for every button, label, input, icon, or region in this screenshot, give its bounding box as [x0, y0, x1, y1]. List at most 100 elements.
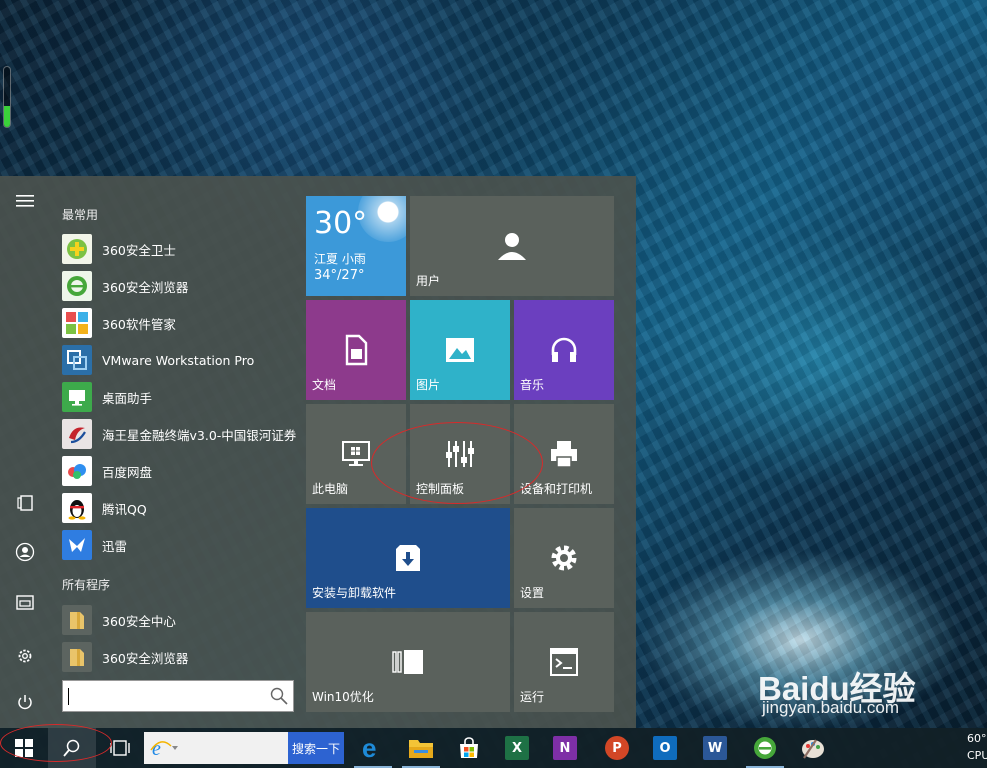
- paint-icon: [802, 739, 824, 759]
- watermark-sub: jingyan.baidu.com: [762, 698, 900, 717]
- taskbar-app-paint[interactable]: [790, 728, 836, 768]
- printer-icon: [551, 441, 577, 468]
- svg-text:e: e: [362, 736, 376, 760]
- search-icon[interactable]: [269, 686, 289, 706]
- penguin-icon: [62, 493, 92, 523]
- cloud-icon: [62, 456, 92, 486]
- app-item[interactable]: 360安全中心: [62, 603, 298, 637]
- shield-plus-icon: [62, 234, 92, 264]
- user-icon[interactable]: [12, 539, 38, 565]
- folder-icon: [62, 605, 92, 635]
- win10-optimize-tile[interactable]: Win10优化: [306, 612, 510, 712]
- section-all-programs: 所有程序: [62, 578, 111, 592]
- app-label: 360安全浏览器: [102, 279, 189, 295]
- excel-icon: X: [505, 736, 529, 760]
- tile-label: 设备和打印机: [520, 482, 593, 496]
- word-icon: W: [703, 736, 727, 760]
- devices-printers-tile[interactable]: 设备和打印机: [514, 404, 614, 504]
- browser-e-icon: [62, 271, 92, 301]
- pictures-icon[interactable]: [12, 589, 38, 615]
- monitor-windows-icon: [342, 441, 370, 466]
- console-icon: [550, 648, 578, 676]
- store-icon: [460, 737, 478, 758]
- sliders-icon: [446, 441, 474, 467]
- gear-icon[interactable]: [12, 643, 38, 669]
- app-item[interactable]: 360安全浏览器: [62, 269, 298, 303]
- app-item[interactable]: 360安全卫士: [62, 232, 298, 266]
- gear-icon: [551, 545, 577, 571]
- taskbar-app-excel[interactable]: X: [494, 728, 540, 768]
- windows-logo-icon: [15, 739, 33, 757]
- power-icon[interactable]: [12, 689, 38, 715]
- this-pc-tile[interactable]: 此电脑: [306, 404, 406, 504]
- app-item[interactable]: 桌面助手: [62, 380, 298, 414]
- task-view-button[interactable]: [96, 728, 144, 768]
- app-item[interactable]: 海王星金融终端v3.0-中国银河证券: [62, 417, 298, 451]
- app-item[interactable]: 360安全浏览器: [62, 640, 298, 674]
- gauge-widget: [3, 66, 11, 128]
- document-icon: [345, 334, 368, 366]
- app-item[interactable]: 迅雷: [62, 528, 298, 562]
- taskbar-search-button[interactable]: [48, 728, 96, 768]
- app-label: 360安全中心: [102, 613, 176, 629]
- 360-browser-icon: [754, 737, 776, 759]
- taskbar-app-store[interactable]: [446, 728, 492, 768]
- chevron-down-icon: [172, 746, 178, 750]
- weather-temp: 30°: [314, 206, 368, 241]
- settings-tile[interactable]: 设置: [514, 508, 614, 608]
- tray-temp: 60°: [967, 732, 987, 745]
- app-label: 海王星金融终端v3.0-中国银河证券: [102, 427, 297, 443]
- tile-label: 安装与卸载软件: [312, 586, 397, 600]
- outlook-icon: O: [653, 736, 677, 760]
- document-icon[interactable]: [12, 490, 38, 516]
- app-item[interactable]: 360软件管家: [62, 306, 298, 340]
- pictures-tile[interactable]: 图片: [410, 300, 510, 400]
- colorful-squares-icon: [62, 308, 92, 338]
- taskbar-app-powerpoint[interactable]: P: [594, 728, 640, 768]
- weather-tile[interactable]: 30° 江夏 小雨 34°/27°: [306, 196, 406, 296]
- app-item[interactable]: 腾讯QQ: [62, 491, 298, 525]
- run-tile[interactable]: 运行: [514, 612, 614, 712]
- vmware-icon: [62, 345, 92, 375]
- app-label: 360安全卫士: [102, 242, 176, 258]
- app-item[interactable]: VMware Workstation Pro: [62, 343, 298, 377]
- onenote-icon: N: [553, 736, 577, 760]
- menu-icon[interactable]: [12, 188, 38, 214]
- tile-label: 图片: [416, 378, 441, 392]
- music-tile[interactable]: 音乐: [514, 300, 614, 400]
- person-icon: [498, 233, 526, 260]
- app-item[interactable]: 百度网盘: [62, 454, 298, 488]
- install-uninstall-tile[interactable]: 安装与卸载软件: [306, 508, 510, 608]
- tile-label: 运行: [520, 690, 545, 704]
- app-list: 最常用 360安全卫士 360安全浏览器 360软件管家 VMware Work…: [56, 176, 300, 728]
- search-button[interactable]: 搜索一下: [288, 732, 344, 764]
- taskbar-app-edge[interactable]: e: [350, 728, 396, 768]
- install-box-icon: [396, 545, 420, 571]
- documents-tile[interactable]: 文档: [306, 300, 406, 400]
- control-panel-tile[interactable]: 控制面板: [410, 404, 510, 504]
- user-tile[interactable]: 用户: [410, 196, 614, 296]
- app-label: 桌面助手: [102, 390, 153, 406]
- tile-label: 设置: [520, 586, 545, 600]
- taskbar-app-explorer[interactable]: [398, 728, 444, 768]
- weather-range: 34°/27°: [314, 268, 365, 283]
- section-frequent: 最常用: [62, 208, 99, 222]
- app-label: 360软件管家: [102, 316, 176, 332]
- taskbar-app-outlook[interactable]: O: [642, 728, 688, 768]
- headphones-icon: [551, 337, 577, 362]
- start-button[interactable]: [0, 728, 48, 768]
- taskbar-app-word[interactable]: W: [692, 728, 738, 768]
- swirl-icon: [62, 419, 92, 449]
- panel-icon: [392, 650, 423, 674]
- file-explorer-icon: [409, 740, 433, 758]
- tile-label: 控制面板: [416, 482, 465, 496]
- task-view-icon: [110, 740, 130, 756]
- app-label: 腾讯QQ: [102, 501, 147, 517]
- start-search-input[interactable]: [62, 680, 294, 712]
- tile-label: Win10优化: [312, 690, 374, 704]
- taskbar-app-onenote[interactable]: N: [542, 728, 588, 768]
- start-menu: 最常用 360安全卫士 360安全浏览器 360软件管家 VMware Work…: [0, 176, 636, 728]
- taskbar-app-360-browser[interactable]: [742, 728, 788, 768]
- tile-label: 此电脑: [312, 482, 349, 496]
- ie-search-box[interactable]: e: [144, 732, 288, 764]
